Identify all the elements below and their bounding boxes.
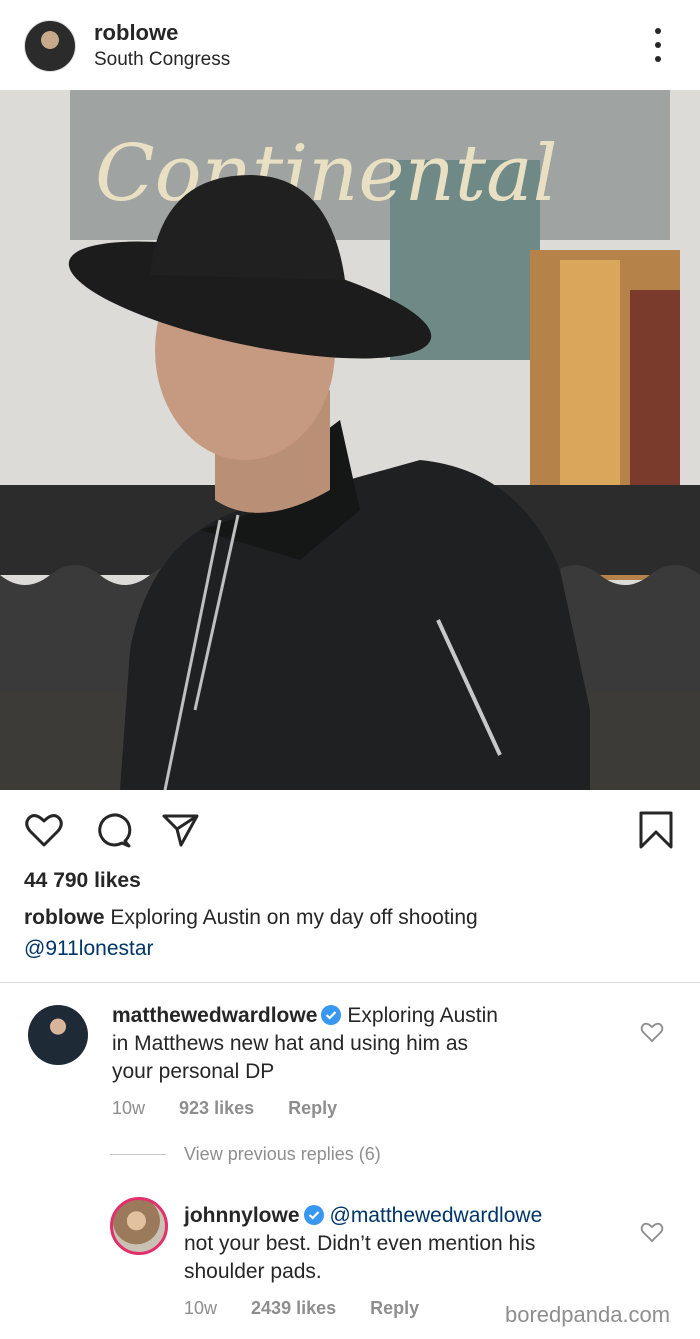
comment-line: Exploring Austin (347, 1004, 498, 1027)
divider (0, 982, 700, 983)
comment-line: in Matthews new hat and using him as (112, 1032, 469, 1055)
comment-like-heart-icon[interactable] (640, 1020, 664, 1044)
post-username[interactable]: roblowe (94, 20, 178, 46)
comment-username[interactable]: matthewedwardlowe (112, 1004, 317, 1027)
reply-button[interactable]: Reply (370, 1298, 419, 1319)
reply-line: not your best. Didn’t even mention his (184, 1232, 536, 1255)
heart-icon[interactable] (24, 810, 64, 850)
comment-meta: 10w 923 likes Reply (112, 1098, 337, 1119)
comment-age: 10w (112, 1098, 146, 1118)
post-header: roblowe South Congress (0, 0, 700, 90)
reply-avatar[interactable] (110, 1197, 168, 1255)
post-photo[interactable]: Continental (0, 90, 700, 790)
user-avatar[interactable] (24, 20, 76, 72)
watermark: boredpanda.com (505, 1302, 671, 1327)
reply-likes[interactable]: 2439 likes (251, 1298, 336, 1319)
verified-icon (303, 1205, 324, 1225)
caption-text: Exploring Austin on my day off shooting (110, 906, 478, 929)
verified-icon (321, 1005, 342, 1025)
caption-username[interactable]: roblowe (24, 906, 105, 929)
post-caption: roblowe Exploring Austin on my day off s… (24, 902, 664, 964)
view-replies-label[interactable]: View previous replies (6) (184, 1144, 381, 1165)
comment-text: matthewedwardlowe Exploring Austin in Mat… (112, 1002, 592, 1086)
reply-meta: 10w 2439 likes Reply (184, 1298, 419, 1319)
comment-icon[interactable] (94, 810, 134, 850)
likes-count[interactable]: 44 790 likes (24, 869, 141, 893)
reply-button[interactable]: Reply (288, 1098, 337, 1119)
bookmark-icon[interactable] (636, 810, 676, 850)
view-previous-replies[interactable]: View previous replies (6) (110, 1140, 381, 1168)
reply-age: 10w (184, 1298, 218, 1318)
comment-likes[interactable]: 923 likes (179, 1098, 254, 1119)
more-icon[interactable] (646, 28, 670, 62)
reply-line: shoulder pads. (184, 1260, 322, 1283)
caption-mention[interactable]: @911lonestar (24, 937, 154, 960)
reply-mention[interactable]: @matthewedwardlowe (330, 1204, 543, 1227)
reply-text: johnnylowe @matthewedwardlowe not your be… (184, 1202, 624, 1286)
sign-text: Continental (95, 129, 558, 219)
commenter-avatar[interactable] (28, 1005, 88, 1065)
reply-like-heart-icon[interactable] (640, 1220, 664, 1244)
reply-username[interactable]: johnnylowe (184, 1204, 300, 1227)
share-icon[interactable] (160, 810, 200, 850)
divider-line (110, 1153, 166, 1155)
action-bar (0, 790, 700, 870)
comment-line: your personal DP (112, 1060, 275, 1083)
post-location[interactable]: South Congress (94, 49, 230, 71)
